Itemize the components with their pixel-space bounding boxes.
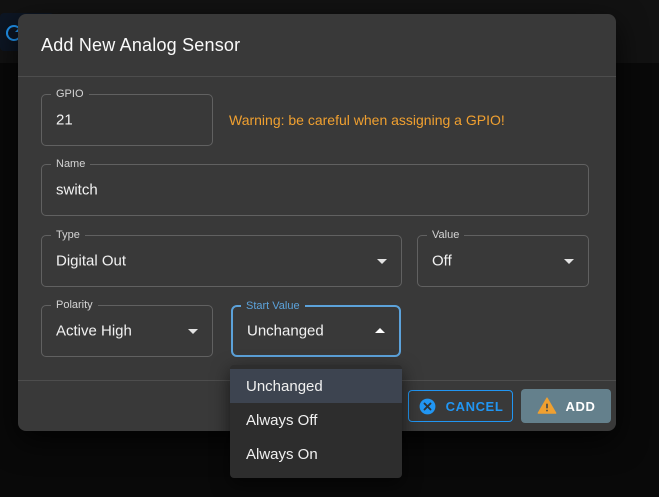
polarity-select[interactable]: Polarity Active High [41,305,213,357]
cancel-button-label: CANCEL [446,399,504,414]
caret-down-icon [564,259,574,264]
gpio-value: 21 [56,112,73,129]
value-value: Off [432,253,452,270]
caret-up-icon [375,328,385,333]
menu-item-unchanged[interactable]: Unchanged [230,369,402,403]
menu-item-always-on[interactable]: Always On [230,437,402,471]
name-label: Name [51,157,90,171]
circle-x-icon [418,397,437,416]
name-input[interactable]: Name switch [41,164,589,216]
caret-down-icon [377,259,387,264]
polarity-label: Polarity [51,298,98,312]
type-label: Type [51,228,85,242]
gpio-label: GPIO [51,87,89,101]
dialog-header: Add New Analog Sensor [18,14,616,77]
start-value-label: Start Value [241,299,305,313]
add-button-label: ADD [566,399,596,414]
menu-item-always-off[interactable]: Always Off [230,403,402,437]
type-select[interactable]: Type Digital Out [41,235,402,287]
start-value-select[interactable]: Start Value Unchanged [231,305,401,357]
name-value: switch [56,182,98,199]
polarity-startvalue-row: Polarity Active High Start Value Unchang… [41,305,589,357]
type-value-row: Type Digital Out Value Off [41,235,589,287]
add-button[interactable]: ADD [521,389,611,423]
dialog-title: Add New Analog Sensor [41,35,240,56]
value-select[interactable]: Value Off [417,235,589,287]
polarity-value: Active High [56,323,132,340]
start-value-value: Unchanged [247,323,324,340]
dialog-body: GPIO 21 Warning: be careful when assigni… [18,77,616,357]
caret-down-icon [188,329,198,334]
name-row: Name switch [41,164,589,216]
type-value: Digital Out [56,253,126,270]
start-value-dropdown-menu: Unchanged Always Off Always On [230,365,402,478]
cancel-button[interactable]: CANCEL [408,390,513,422]
gpio-input[interactable]: GPIO 21 [41,94,213,146]
gpio-warning-text: Warning: be careful when assigning a GPI… [229,112,505,128]
value-label: Value [427,228,464,242]
warning-triangle-icon [537,396,557,416]
gpio-row: GPIO 21 Warning: be careful when assigni… [41,94,589,146]
